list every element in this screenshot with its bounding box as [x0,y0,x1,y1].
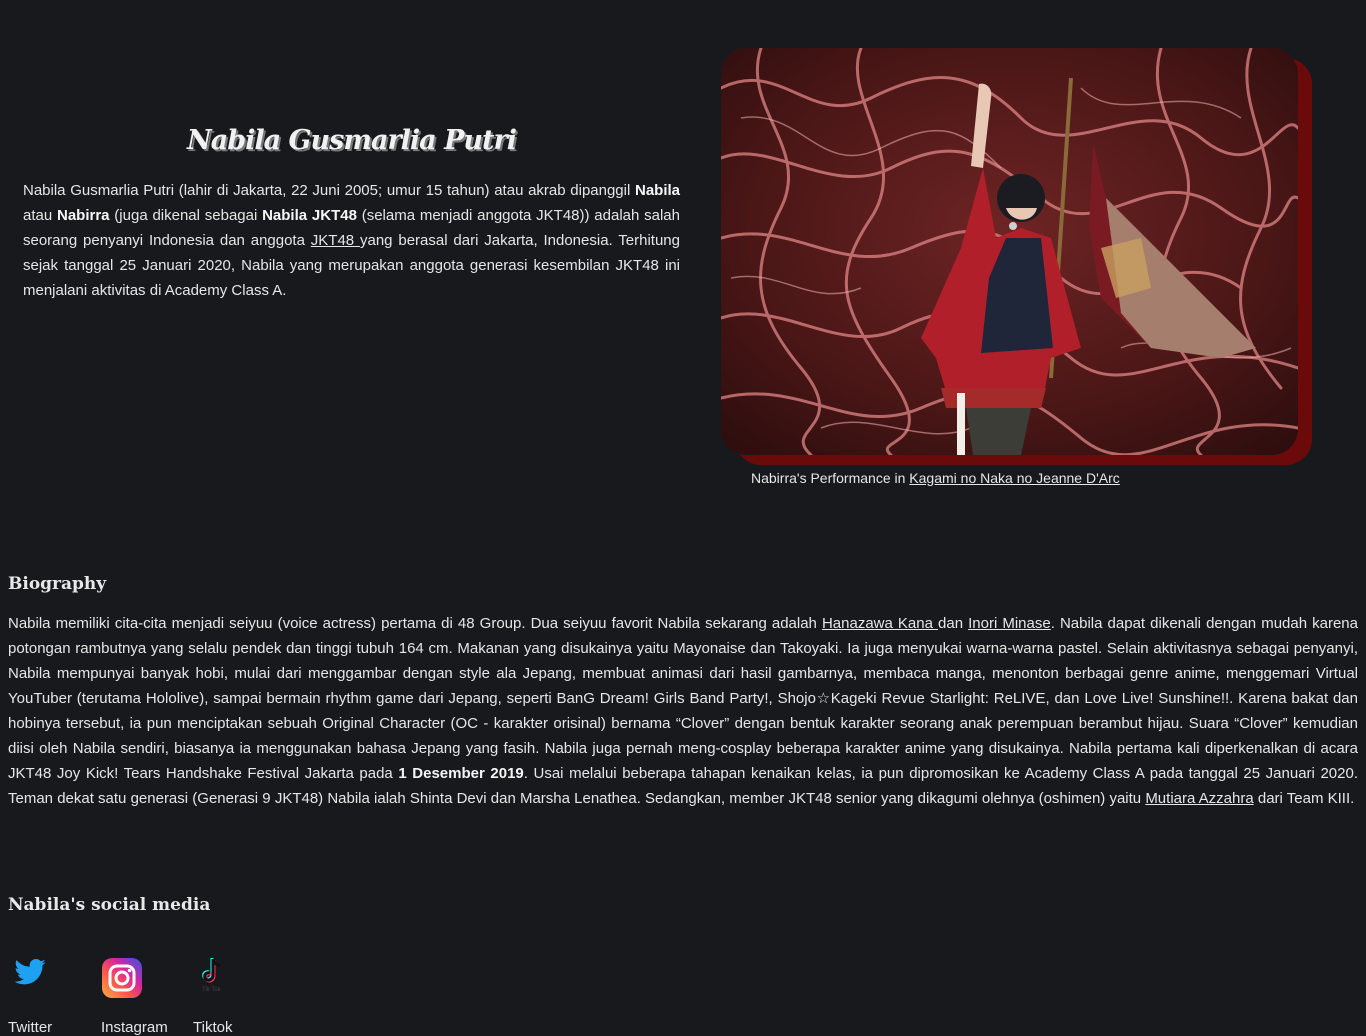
inori-minase-link[interactable]: Inori Minase [968,615,1051,632]
biography-paragraph: Nabila memiliki cita-cita menjadi seiyuu… [8,611,1358,811]
tiktok-icon: Tik Tok [197,955,227,993]
kagami-no-naka-link[interactable]: Kagami no Naka no Jeanne D'Arc [909,470,1119,486]
biography-section: Biography Nabila memiliki cita-cita menj… [8,574,1358,811]
biography-heading: Biography [8,574,107,594]
instagram-icon [102,958,142,1002]
intro-text: Nabila Gusmarlia Putri (lahir di Jakarta… [23,182,635,199]
social-media-list: Twitter Instagram Tik Tok Tiktok [8,915,408,1036]
bio-text: . Nabila dapat dikenali dengan mudah kar… [8,615,1358,782]
intro-bold-nickname: Nabila [634,182,680,199]
intro-text: atau [23,207,57,224]
bio-bold-date: 1 Desember 2019 [398,765,524,782]
instagram-label: Instagram [101,1019,168,1036]
intro-paragraph: Nabila Gusmarlia Putri (lahir di Jakarta… [23,178,680,303]
social-media-section: Nabila's social media Twitter Instagram … [8,895,408,1036]
bio-text: dari Team KIII. [1253,790,1355,807]
intro-bold-nickname: Nabirra [56,207,110,224]
tiktok-icon-caption: Tik Tok [202,987,221,993]
intro-bold-alias: Nabila JKT48 [262,207,357,224]
intro-text: (juga dikenal sebagai [109,207,263,224]
performance-photo [721,48,1298,455]
twitter-label: Twitter [8,1019,53,1036]
photo-caption: Nabirra's Performance in Kagami no Naka … [751,470,1120,486]
performance-photo-frame [721,48,1312,465]
page-title: Nabila Gusmarlia Putri [187,125,517,156]
caption-text: Nabirra's Performance in [751,470,910,486]
bio-text: dan [938,615,969,632]
profile-intro-section: Nabila Gusmarlia Putri Nabila Gusmarlia … [23,125,680,303]
hanazawa-kana-link[interactable]: Hanazawa Kana [822,615,938,632]
mutiara-azzahra-link[interactable]: Mutiara Azzahra [1145,790,1253,807]
tiktok-label: Tiktok [193,1019,233,1036]
bio-text: Nabila memiliki cita-cita menjadi seiyuu… [8,615,822,632]
performance-photo-illustration [721,48,1298,455]
social-media-heading: Nabila's social media [8,895,211,915]
jkt48-link[interactable]: JKT48 [311,232,360,249]
twitter-icon [14,959,46,989]
